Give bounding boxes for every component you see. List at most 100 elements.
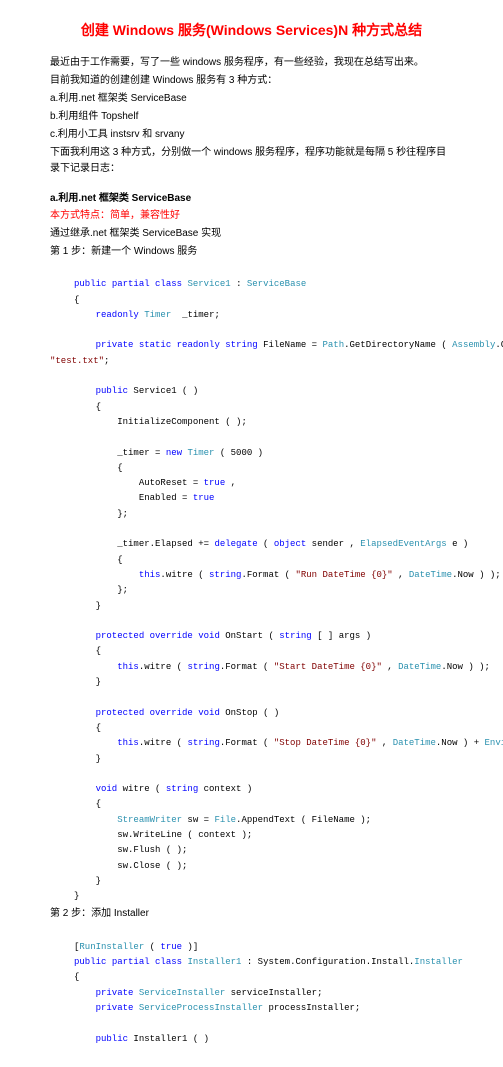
step-1: 第 1 步：新建一个 Windows 服务 — [50, 244, 453, 260]
kw: void — [198, 631, 220, 641]
type: ElapsedEventArgs — [360, 539, 446, 549]
kw: private — [96, 340, 134, 350]
txt: sender , — [306, 539, 360, 549]
str: "Start DateTime {0}" — [274, 662, 382, 672]
txt: FileName = — [263, 340, 322, 350]
type: DateTime — [393, 738, 436, 748]
kw: this — [117, 738, 139, 748]
txt: OnStop ( ) — [220, 708, 279, 718]
txt: : System.Configuration.Install. — [241, 957, 414, 967]
kw: true — [204, 478, 226, 488]
txt: .Now ) ); — [441, 662, 490, 672]
kw: string — [225, 340, 257, 350]
kw: class — [155, 957, 182, 967]
section-a-via: 通过继承.net 框架类 ServiceBase 实现 — [50, 226, 453, 242]
kw: public — [74, 957, 106, 967]
method-c: c.利用小工具 instsrv 和 srvany — [50, 127, 453, 143]
txt: .Format ( — [241, 570, 295, 580]
txt: .witre ( — [139, 738, 188, 748]
kw: public — [74, 279, 106, 289]
brace: } — [74, 891, 79, 901]
kw: void — [96, 784, 118, 794]
type: Timer — [144, 310, 171, 320]
txt: .GetExecutingAssembly ( ).Location ) + — [495, 340, 503, 350]
txt: InitializeComponent ( ); — [117, 417, 247, 427]
txt: .witre ( — [160, 570, 209, 580]
type: DateTime — [409, 570, 452, 580]
kw: string — [279, 631, 311, 641]
intro-1: 最近由于工作需要，写了一些 windows 服务程序，有一些经验，我现在总结写出… — [50, 55, 453, 71]
txt: ( — [144, 942, 160, 952]
kw: override — [150, 708, 193, 718]
step-2: 第 2 步：添加 Installer — [50, 906, 453, 922]
txt: _timer = — [117, 448, 166, 458]
txt: , — [376, 738, 392, 748]
kw: object — [274, 539, 306, 549]
kw: protected — [96, 631, 145, 641]
txt: .GetDirectoryName ( — [344, 340, 452, 350]
type: Path — [323, 340, 345, 350]
brace: { — [96, 646, 101, 656]
kw: protected — [96, 708, 145, 718]
code-cont: "test.txt"; — [50, 354, 453, 369]
brace: { — [74, 972, 79, 982]
kw: public — [96, 386, 128, 396]
txt: sw = — [182, 815, 214, 825]
type: Service1 — [187, 279, 230, 289]
txt: sw.WriteLine ( context ); — [117, 830, 252, 840]
type: RunInstaller — [79, 942, 144, 952]
type: Assembly — [452, 340, 495, 350]
kw: string — [209, 570, 241, 580]
brace: { — [74, 295, 79, 305]
code-block-1b: public Service1 ( ) { InitializeComponen… — [50, 369, 453, 904]
type: Installer1 — [187, 957, 241, 967]
brace: { — [117, 555, 122, 565]
intro-3: 下面我利用这 3 种方式，分别做一个 windows 服务程序，程序功能就是每隔… — [50, 145, 453, 177]
type: DateTime — [398, 662, 441, 672]
txt: sw.Flush ( ); — [117, 845, 187, 855]
brace: { — [96, 723, 101, 733]
kw: string — [187, 662, 219, 672]
txt: OnStart ( — [220, 631, 279, 641]
kw: true — [160, 942, 182, 952]
str: "test.txt" — [50, 356, 104, 366]
type: StreamWriter — [117, 815, 182, 825]
txt: .AppendText ( FileName ); — [236, 815, 371, 825]
kw: static — [139, 340, 171, 350]
txt: )] — [182, 942, 198, 952]
txt: Installer1 ( ) — [128, 1034, 209, 1044]
txt: .Now ) ); — [452, 570, 501, 580]
txt: .witre ( — [139, 662, 188, 672]
brace: } — [96, 677, 101, 687]
code-block-2: [RunInstaller ( true )] public partial c… — [50, 924, 453, 1046]
brace: { — [117, 463, 122, 473]
code-block-1: public partial class Service1 : ServiceB… — [50, 262, 453, 354]
txt: e ) — [447, 539, 469, 549]
kw: true — [193, 493, 215, 503]
txt: AutoReset = — [139, 478, 204, 488]
type: Environment — [485, 738, 503, 748]
intro-2: 目前我知道的创建创建 Windows 服务有 3 种方式： — [50, 73, 453, 89]
txt: _timer.Elapsed += — [117, 539, 214, 549]
brace: }; — [117, 509, 128, 519]
txt: ( 5000 ) — [214, 448, 263, 458]
type: File — [214, 815, 236, 825]
brace: { — [96, 402, 101, 412]
str: "Stop DateTime {0}" — [274, 738, 377, 748]
type: ServiceBase — [247, 279, 306, 289]
section-a-heading: a.利用.net 框架类 ServiceBase — [50, 189, 453, 204]
kw: new — [166, 448, 182, 458]
txt: serviceInstaller; — [225, 988, 322, 998]
section-a-desc: 本方式特点：简单，兼容性好 — [50, 208, 453, 224]
type: Installer — [414, 957, 463, 967]
txt: .Now ) + — [436, 738, 485, 748]
method-a: a.利用.net 框架类 ServiceBase — [50, 91, 453, 107]
txt: context ) — [198, 784, 252, 794]
kw: readonly — [177, 340, 220, 350]
txt: .Format ( — [220, 738, 274, 748]
type: ServiceInstaller — [139, 988, 225, 998]
kw: partial — [112, 957, 150, 967]
kw: public — [96, 1034, 128, 1044]
txt: , — [393, 570, 409, 580]
txt: Service1 ( ) — [128, 386, 198, 396]
